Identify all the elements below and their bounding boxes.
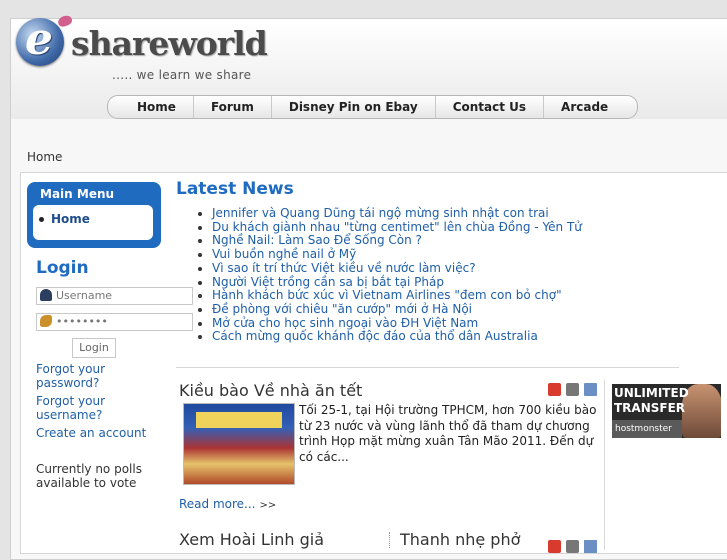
read-more-label: Read more... <box>179 497 256 511</box>
email-icon[interactable] <box>584 383 597 396</box>
forgot-username-link[interactable]: Forgot your username? <box>36 394 126 422</box>
password-input[interactable]: •••••••• <box>36 313 193 331</box>
menu-item-home[interactable]: Home <box>39 212 90 226</box>
nav-item-contact[interactable]: Contact Us <box>434 96 543 118</box>
logo-wordmark: shareworld <box>71 24 268 63</box>
news-link[interactable]: Cách mừng quốc khánh độc đáo của thổ dân… <box>196 330 582 344</box>
news-link[interactable]: Đề phòng với chiêu "ăn cướp" mới ở Hà Nộ… <box>196 302 582 317</box>
forgot-password-link[interactable]: Forgot your password? <box>36 362 126 390</box>
article-excerpt: Tối 25-1, tại Hội trường TPHCM, hơn 700 … <box>299 403 597 464</box>
news-link[interactable]: Mở cửa cho học sinh ngoại vào ĐH Việt Na… <box>196 316 582 331</box>
article-title-3[interactable]: Thanh nhẹ phở <box>400 530 520 549</box>
news-link[interactable]: Jennifer và Quang Dũng tái ngộ mừng sinh… <box>196 206 582 221</box>
ad-line-1: UNLIMITED <box>614 386 689 400</box>
create-account-link[interactable]: Create an account <box>36 426 146 440</box>
print-icon[interactable] <box>566 383 579 396</box>
site-logo[interactable]: e shareworld ..... we learn we share <box>16 13 268 86</box>
column-separator <box>604 380 605 550</box>
main-menu-list: Home <box>33 205 153 240</box>
print-icon[interactable] <box>566 540 579 553</box>
news-link[interactable]: Hành khách bức xúc vì Vietnam Airlines "… <box>196 289 582 303</box>
login-title: Login <box>36 258 89 278</box>
password-value: •••••••• <box>56 315 108 328</box>
ad-brand: hostmonster <box>615 424 672 434</box>
bullet-icon <box>39 217 44 222</box>
divider <box>176 367 679 368</box>
column-divider <box>389 532 390 548</box>
username-input[interactable]: Username <box>36 287 193 305</box>
news-link[interactable]: Nghề Nail: Làm Sao Để Sống Còn ? <box>196 234 582 248</box>
read-more-link[interactable]: Read more... >> <box>179 497 276 511</box>
username-placeholder: Username <box>56 289 113 302</box>
pdf-icon[interactable] <box>548 383 561 396</box>
article-title[interactable]: Kiều bào Về nhà ăn tết <box>179 381 362 400</box>
news-link[interactable]: Du khách giành nhau "từng centimet" lên … <box>196 220 582 235</box>
latest-news-title: Latest News <box>176 179 294 199</box>
main-menu: Main Menu Home <box>27 182 161 248</box>
article-image[interactable] <box>183 403 295 485</box>
nav-item-home[interactable]: Home <box>120 96 193 118</box>
breadcrumb: Home <box>27 150 63 164</box>
pdf-icon[interactable] <box>548 540 561 553</box>
hostmonster-ad[interactable]: UNLIMITED TRANSFER hostmonster <box>612 384 721 438</box>
article-title-2[interactable]: Xem Hoài Linh giả <box>179 530 324 549</box>
menu-item-label: Home <box>51 212 90 226</box>
logo-letter: e <box>25 14 53 65</box>
login-button[interactable]: Login <box>72 338 116 358</box>
polls-message: Currently no polls available to vote <box>36 462 142 490</box>
news-link[interactable]: Vì sao ít trí thức Việt kiều về nước làm… <box>196 261 582 276</box>
main-menu-title: Main Menu <box>40 187 115 201</box>
article-actions-2 <box>548 540 597 553</box>
ad-line-2: TRANSFER <box>614 401 686 415</box>
key-icon <box>40 315 52 327</box>
nav-item-forum[interactable]: Forum <box>192 96 271 118</box>
news-link[interactable]: Vui buồn nghề nail ở Mỹ <box>196 247 582 262</box>
site-tagline: ..... we learn we share <box>112 68 252 82</box>
user-icon <box>40 289 52 301</box>
double-chevron-icon: >> <box>259 500 277 511</box>
latest-news-list: Jennifer và Quang Dũng tái ngộ mừng sinh… <box>196 206 582 344</box>
article-actions <box>548 383 597 396</box>
nav-item-disney-pin[interactable]: Disney Pin on Ebay <box>270 96 435 118</box>
nav-item-arcade[interactable]: Arcade <box>543 96 625 118</box>
top-nav: Home Forum Disney Pin on Ebay Contact Us… <box>107 95 639 119</box>
email-icon[interactable] <box>584 540 597 553</box>
image-banner <box>196 412 282 428</box>
news-link[interactable]: Người Việt trồng cần sa bị bắt tại Pháp <box>196 275 582 290</box>
